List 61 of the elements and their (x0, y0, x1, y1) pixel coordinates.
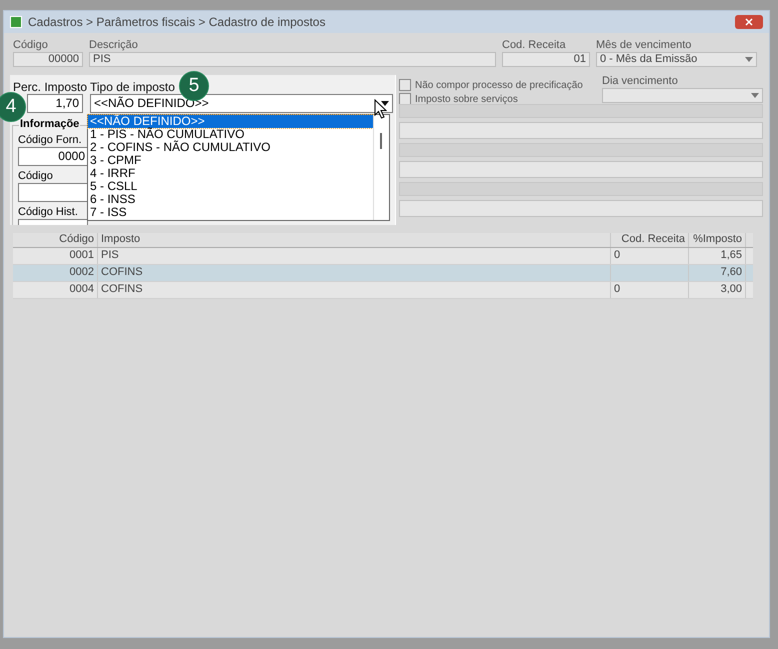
field-label: Cod. Receita (502, 39, 566, 52)
column-header[interactable]: Imposto (98, 233, 611, 247)
column-header[interactable]: Código (13, 233, 98, 247)
table-cell: 0 (611, 282, 689, 298)
dropdown-option[interactable]: 4 - IRRF (88, 167, 373, 180)
close-icon (745, 18, 753, 26)
dropdown-field[interactable]: <<NÃO DEFINIDO>> (90, 94, 393, 113)
dropdown-option[interactable]: 6 - INSS (88, 193, 373, 206)
table-cell: 0004 (13, 282, 98, 298)
dropdown-option[interactable]: 2 - COFINS - NÃO CUMULATIVO (88, 141, 373, 154)
field-label: Código Hist. (18, 205, 78, 219)
table-cell: COFINS (98, 265, 611, 281)
table-cell: PIS (98, 248, 611, 264)
field-label: Código (13, 39, 48, 52)
close-button[interactable] (735, 15, 763, 29)
table-cell: 1,65 (689, 248, 746, 264)
window-title: Cadastros > Parâmetros fiscais > Cadastro de impostos (28, 15, 326, 29)
input-field[interactable] (399, 160, 763, 178)
table-cell: 0001 (13, 248, 98, 264)
field-label: Dia vencimento (602, 75, 678, 88)
checkbox[interactable] (399, 79, 411, 91)
field-label: Código (18, 169, 53, 183)
dropdown-option[interactable]: 5 - CSLL (88, 180, 373, 193)
table-row[interactable]: 0002 COFINS 7,60 (13, 265, 753, 282)
caret-icon (745, 57, 753, 62)
dropdown-option[interactable]: <<NÃO DEFINIDO>> (88, 115, 373, 128)
input-field[interactable]: 0000 (18, 147, 88, 166)
column-header[interactable]: %Imposto (689, 233, 746, 247)
caret-icon (751, 93, 759, 98)
caret-icon (381, 101, 389, 106)
field-label: Perc. Imposto (13, 80, 88, 94)
table-cell: COFINS (98, 282, 611, 298)
input-field[interactable]: PIS (89, 52, 496, 67)
dropdown-field[interactable] (602, 88, 763, 103)
group-title: Informaçõe (19, 118, 80, 130)
dropdown-option[interactable]: 1 - PIS - NÃO CUMULATIVO (88, 128, 373, 141)
input-field[interactable]: 01 (502, 52, 590, 67)
scroll-thumb[interactable] (380, 133, 382, 149)
input-field[interactable] (399, 122, 763, 138)
field-label: Tipo de imposto (90, 80, 175, 94)
field-label: Mês de vencimento (596, 39, 692, 52)
input-field[interactable] (399, 200, 763, 216)
table-cell: 3,00 (689, 282, 746, 298)
table-row[interactable]: 0001 PIS 0 1,65 (13, 248, 753, 265)
dropdown-option[interactable]: 3 - CPMF (88, 154, 373, 167)
checkbox-label: Imposto sobre serviços (415, 94, 518, 104)
input-field[interactable]: 1,70 (27, 94, 83, 113)
input-field[interactable]: 00000 (13, 52, 83, 67)
table-cell: 0002 (13, 265, 98, 281)
table-cell: 0 (611, 248, 689, 264)
table-cell: 7,60 (689, 265, 746, 281)
app-icon (10, 16, 22, 28)
dropdown-field[interactable]: 0 - Mês da Emissão (596, 52, 757, 67)
table-row[interactable]: 0004 COFINS 0 3,00 (13, 282, 753, 299)
input-field[interactable] (18, 183, 88, 202)
column-header[interactable]: Cod. Receita (611, 233, 689, 247)
field-label: Código Forn. (18, 133, 82, 147)
dropdown-option[interactable]: 7 - ISS (88, 206, 373, 219)
checkbox[interactable] (399, 93, 411, 105)
checkbox-label: Não compor processo de precificação (415, 80, 583, 90)
field-label: Descrição (89, 39, 138, 52)
